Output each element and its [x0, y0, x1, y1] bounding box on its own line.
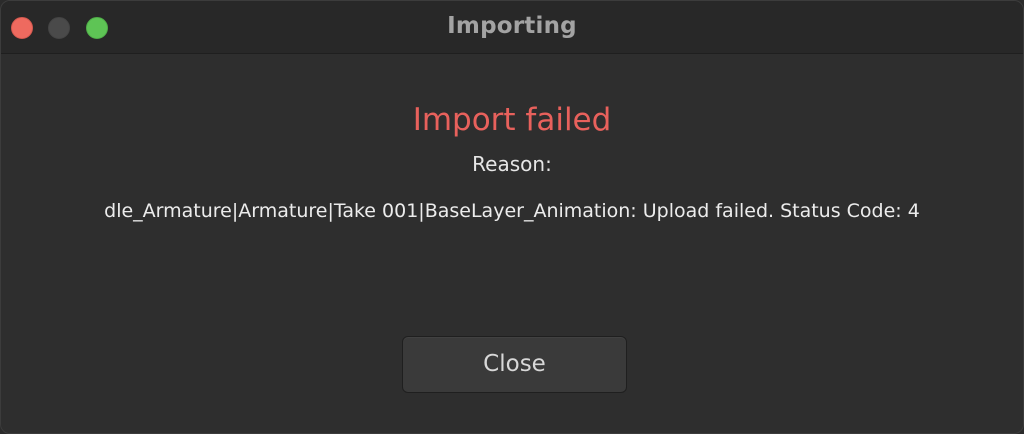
import-dialog-window: Importing Import failed Reason: dle_Arma… [0, 0, 1024, 434]
reason-message: dle_Armature|Armature|Take 001|BaseLayer… [104, 200, 920, 222]
import-failed-heading: Import failed [412, 102, 612, 138]
window-title: Importing [447, 13, 577, 39]
close-button[interactable]: Close [402, 336, 627, 393]
title-bar: Importing [1, 1, 1023, 54]
dialog-content: Import failed Reason: dle_Armature|Armat… [1, 54, 1023, 433]
reason-label: Reason: [472, 152, 552, 176]
